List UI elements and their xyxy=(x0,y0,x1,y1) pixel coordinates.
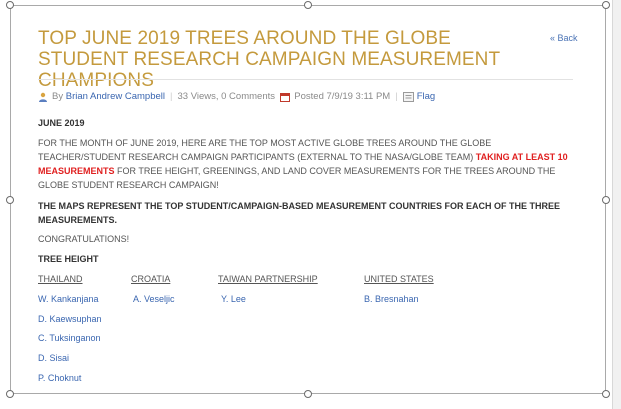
flag-icon xyxy=(402,91,414,102)
calendar-icon xyxy=(280,92,291,102)
posted-date: Posted 7/9/19 3:11 PM xyxy=(294,91,391,102)
flag-link[interactable]: Flag xyxy=(417,91,435,102)
maps-note: THE MAPS REPRESENT THE TOP STUDENT/CAMPA… xyxy=(38,201,561,225)
post-meta: By Brian Andrew Campbell | 33 Views, 0 C… xyxy=(38,91,435,102)
resize-handle-left[interactable] xyxy=(6,196,14,204)
views-comments: 33 Views, 0 Comments xyxy=(177,91,275,102)
country-taiwan-partnership: TAIWAN PARTNERSHIP xyxy=(218,274,318,284)
meta-separator: | xyxy=(395,91,398,102)
selected-image-frame[interactable]: TOP JUNE 2019 TREES AROUND THE GLOBE STU… xyxy=(10,5,606,394)
participant-thailand: D. Sisai xyxy=(38,353,70,363)
meta-separator: | xyxy=(170,91,173,102)
user-icon xyxy=(39,92,47,102)
author-link[interactable]: Brian Andrew Campbell xyxy=(66,91,165,102)
intro-text: FOR THE MONTH OF JUNE 2019, HERE ARE THE… xyxy=(38,138,492,162)
resize-handle-top[interactable] xyxy=(304,1,312,9)
country-united-states: UNITED STATES xyxy=(364,274,434,284)
resize-handle-bottom-right[interactable] xyxy=(602,390,610,398)
participant-taiwan: Y. Lee xyxy=(221,294,246,304)
right-scroll-strip xyxy=(612,0,621,409)
section-heading-tree-height: TREE HEIGHT xyxy=(38,254,99,264)
participant-united-states: B. Bresnahan xyxy=(364,294,419,304)
by-label: By xyxy=(52,91,64,102)
country-croatia: CROATIA xyxy=(131,274,171,284)
intro-text-end: FOR TREE HEIGHT, GREENINGS, AND LAND COV… xyxy=(38,166,556,190)
participant-thailand: P. Choknut xyxy=(38,373,82,383)
participant-thailand: D. Kaewsuphan xyxy=(38,314,102,324)
resize-handle-top-left[interactable] xyxy=(6,1,14,9)
post-body: JUNE 2019 FOR THE MONTH OF JUNE 2019, HE… xyxy=(38,118,573,192)
country-thailand: THAILAND xyxy=(38,274,83,284)
resize-handle-bottom[interactable] xyxy=(304,390,312,398)
congratulations-text: CONGRATULATIONS! xyxy=(38,234,130,244)
participant-thailand: W. Kankanjana xyxy=(38,294,99,304)
participant-thailand: C. Tuksinganon xyxy=(38,333,101,343)
resize-handle-top-right[interactable] xyxy=(602,1,610,9)
intro-paragraph: FOR THE MONTH OF JUNE 2019, HERE ARE THE… xyxy=(38,136,573,192)
participant-croatia: A. Veseljic xyxy=(133,294,175,304)
month-heading: JUNE 2019 xyxy=(38,118,85,128)
resize-handle-bottom-left[interactable] xyxy=(6,390,14,398)
back-link[interactable]: « Back xyxy=(550,33,578,43)
title-divider xyxy=(38,79,573,80)
post-title: TOP JUNE 2019 TREES AROUND THE GLOBE STU… xyxy=(38,28,500,91)
resize-handle-right[interactable] xyxy=(602,196,610,204)
